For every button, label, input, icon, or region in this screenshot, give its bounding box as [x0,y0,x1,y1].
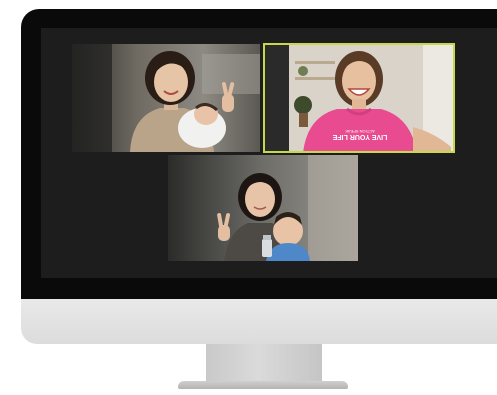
monitor-stand-base [178,381,348,389]
participant-video-1 [72,44,260,152]
participant-video-tile-1[interactable] [72,44,260,152]
monitor-chin [21,299,497,344]
monitor-stand [206,344,322,382]
participant-video-tile-2[interactable]: LIVE YOUR LIFE ACTION SPEAK [263,43,455,153]
shirt-subtext: ACTION SPEAK [345,129,375,134]
participant-video-3 [168,155,358,261]
participant-video-2: LIVE YOUR LIFE ACTION SPEAK [263,43,455,153]
participant-video-tile-3[interactable] [168,155,358,261]
